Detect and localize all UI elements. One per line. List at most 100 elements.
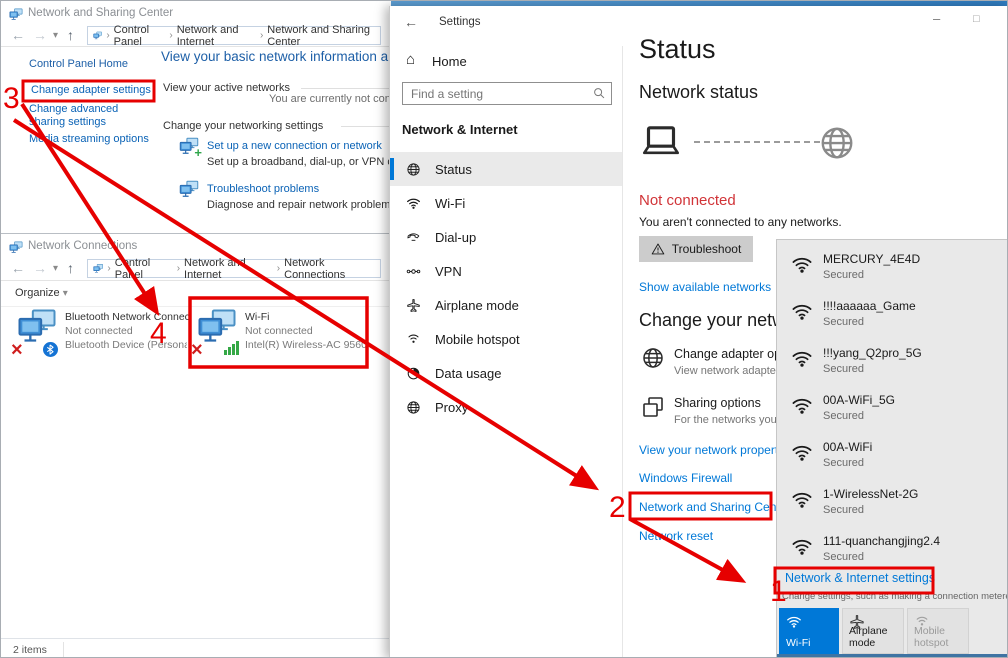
breadcrumb-part[interactable]: Control Panel [114, 24, 166, 48]
breadcrumb-part[interactable]: Network Connections [284, 257, 375, 281]
search-icon [592, 86, 606, 100]
sidebar-item-airplane-mode[interactable]: Airplane mode [390, 288, 622, 322]
setup-connection-link[interactable]: Set up a new connection or network [207, 140, 382, 152]
setup-connection-desc: Set up a broadband, dial-up, or VPN conn… [207, 156, 391, 168]
sidebar-item-status[interactable]: Status [390, 152, 622, 186]
active-networks-status: You are currently not connected to any n… [269, 93, 391, 105]
back-button[interactable]: ← [11, 28, 25, 42]
wifi-network-ssid[interactable]: MERCURY_4E4D [823, 252, 920, 266]
sidebar-item-media-streaming[interactable]: Media streaming options [29, 133, 149, 145]
history-dropdown-icon[interactable]: ▾ [53, 264, 58, 274]
organize-menu[interactable]: Organize ▾ [15, 287, 68, 299]
adapter-name[interactable]: Wi-Fi [245, 311, 270, 323]
chevron-icon: › [177, 264, 180, 274]
window-icon [9, 239, 23, 257]
chevron-icon: › [169, 31, 172, 41]
back-button[interactable]: ← [11, 261, 25, 275]
wifi-icon [791, 395, 813, 417]
wifi-network-security: Secured [823, 504, 864, 516]
wifi-icon [791, 301, 813, 323]
wifi-icon [791, 254, 813, 276]
wifi-network-ssid[interactable]: 111-quanchangjing2.4 [823, 534, 940, 548]
wifi-network-ssid[interactable]: 1-WirelessNet-2G [823, 487, 918, 501]
internet-globe-icon [818, 124, 856, 162]
troubleshoot-desc: Diagnose and repair network problems, or… [207, 199, 391, 211]
wifi-quick-toggle[interactable]: Wi-Fi [779, 608, 839, 654]
view-network-properties-link[interactable]: View your network properties [639, 443, 794, 457]
up-button[interactable]: ↑ [67, 28, 74, 42]
wifi-network-ssid[interactable]: !!!yang_Q2pro_5G [823, 346, 922, 360]
adapter-device: Bluetooth Device (Personal Area ... [65, 339, 187, 351]
wifi-network-security: Secured [823, 551, 864, 563]
maximize-button[interactable]: □ [973, 13, 980, 25]
sidebar-item-data-usage[interactable]: Data usage [390, 356, 622, 390]
status-bar-items-count: 2 items [13, 644, 47, 656]
window-title: Settings [439, 16, 481, 28]
sidebar-item-proxy[interactable]: Proxy [390, 390, 622, 424]
network-internet-settings-link[interactable]: Network & Internet settings [785, 571, 935, 585]
wifi-icon [791, 489, 813, 511]
breadcrumb-part[interactable]: Network and Sharing Center [267, 24, 375, 48]
forward-button[interactable]: → [33, 28, 47, 42]
troubleshoot-button[interactable]: Troubleshoot [639, 236, 753, 262]
sidebar-item-dialup[interactable]: Dial-up [390, 220, 622, 254]
search-box[interactable] [402, 82, 612, 105]
wifi-network-ssid[interactable]: 00A-WiFi [823, 440, 872, 454]
breadcrumb[interactable]: › Control Panel › Network and Internet ›… [87, 26, 381, 45]
mobile-hotspot-quick-toggle[interactable]: Mobile hotspot [907, 608, 969, 654]
window-title: Network Connections [28, 240, 137, 252]
bluetooth-icon [43, 342, 58, 357]
sidebar-item-home[interactable]: Home [432, 54, 467, 69]
network-status-heading: Network status [639, 82, 758, 103]
wifi-network-security: Secured [823, 269, 864, 281]
pie-icon [406, 366, 421, 381]
new-connection-icon: + [179, 137, 199, 157]
laptop-icon [639, 122, 683, 162]
wifi-network-ssid[interactable]: 00A-WiFi_5G [823, 393, 895, 407]
breadcrumb[interactable]: › Control Panel › Network and Internet ›… [87, 259, 381, 278]
forward-button[interactable]: → [33, 261, 47, 275]
show-available-networks-link[interactable]: Show available networks [639, 280, 771, 294]
airplane-mode-quick-toggle[interactable]: Airplane mode [842, 608, 904, 654]
sidebar-item-change-adapter-settings[interactable]: Change adapter settings [31, 84, 151, 96]
adapter-name[interactable]: Bluetooth Network Connection [65, 311, 191, 323]
chevron-icon: › [277, 264, 280, 274]
search-input[interactable] [402, 82, 612, 105]
breadcrumb-part[interactable]: Network and Internet [177, 24, 256, 48]
history-dropdown-icon[interactable]: ▾ [53, 31, 58, 41]
back-button[interactable]: ← [404, 14, 418, 30]
adapter-options-icon [641, 346, 665, 370]
flyout-caption: Change settings, such as making a connec… [782, 591, 1008, 602]
window-title: Network and Sharing Center [28, 7, 173, 19]
window-network-sharing-center: Network and Sharing Center ← → ▾ ↑ › Con… [1, 1, 391, 233]
signal-bars-icon [224, 341, 239, 355]
windows-firewall-link[interactable]: Windows Firewall [639, 471, 732, 485]
sidebar-item-control-panel-home[interactable]: Control Panel Home [29, 58, 128, 70]
wifi-adapter-icon[interactable]: × [193, 308, 241, 356]
sidebar-item-wifi[interactable]: Wi-Fi [390, 186, 622, 220]
taskbar-edge [777, 654, 1008, 658]
adapter-status: Not connected [245, 325, 313, 337]
up-button[interactable]: ↑ [67, 261, 74, 275]
breadcrumb-part[interactable]: Control Panel [115, 257, 173, 281]
sidebar-item-mobile-hotspot[interactable]: Mobile hotspot [390, 322, 622, 356]
wifi-icon [791, 348, 813, 370]
bluetooth-adapter-icon[interactable]: × [13, 308, 61, 356]
not-connected-desc: You aren't connected to any networks. [639, 215, 842, 229]
network-reset-link[interactable]: Network reset [639, 529, 713, 543]
network-sharing-center-link[interactable]: Network and Sharing Center [639, 500, 790, 514]
caret-icon: ▾ [63, 288, 68, 299]
chevron-icon: › [107, 264, 110, 274]
breadcrumb-part[interactable]: Network and Internet [184, 257, 273, 281]
breadcrumb-icon [93, 30, 102, 42]
hotspot-icon [406, 332, 421, 347]
disconnected-x-icon: × [11, 340, 23, 360]
troubleshoot-problems-link[interactable]: Troubleshoot problems [207, 183, 319, 195]
wifi-network-ssid[interactable]: !!!!aaaaaa_Game [823, 299, 916, 313]
status-bar-divider [63, 642, 64, 658]
sidebar-item-vpn[interactable]: VPN [390, 254, 622, 288]
sharing-options[interactable]: Sharing options [674, 396, 761, 410]
wifi-flyout-panel: MERCURY_4E4D Secured !!!!aaaaaa_Game Sec… [776, 239, 1008, 658]
minimize-button[interactable]: – [933, 11, 940, 26]
sidebar-item-advanced-sharing[interactable]: Change advanced sharing settings [29, 103, 151, 129]
